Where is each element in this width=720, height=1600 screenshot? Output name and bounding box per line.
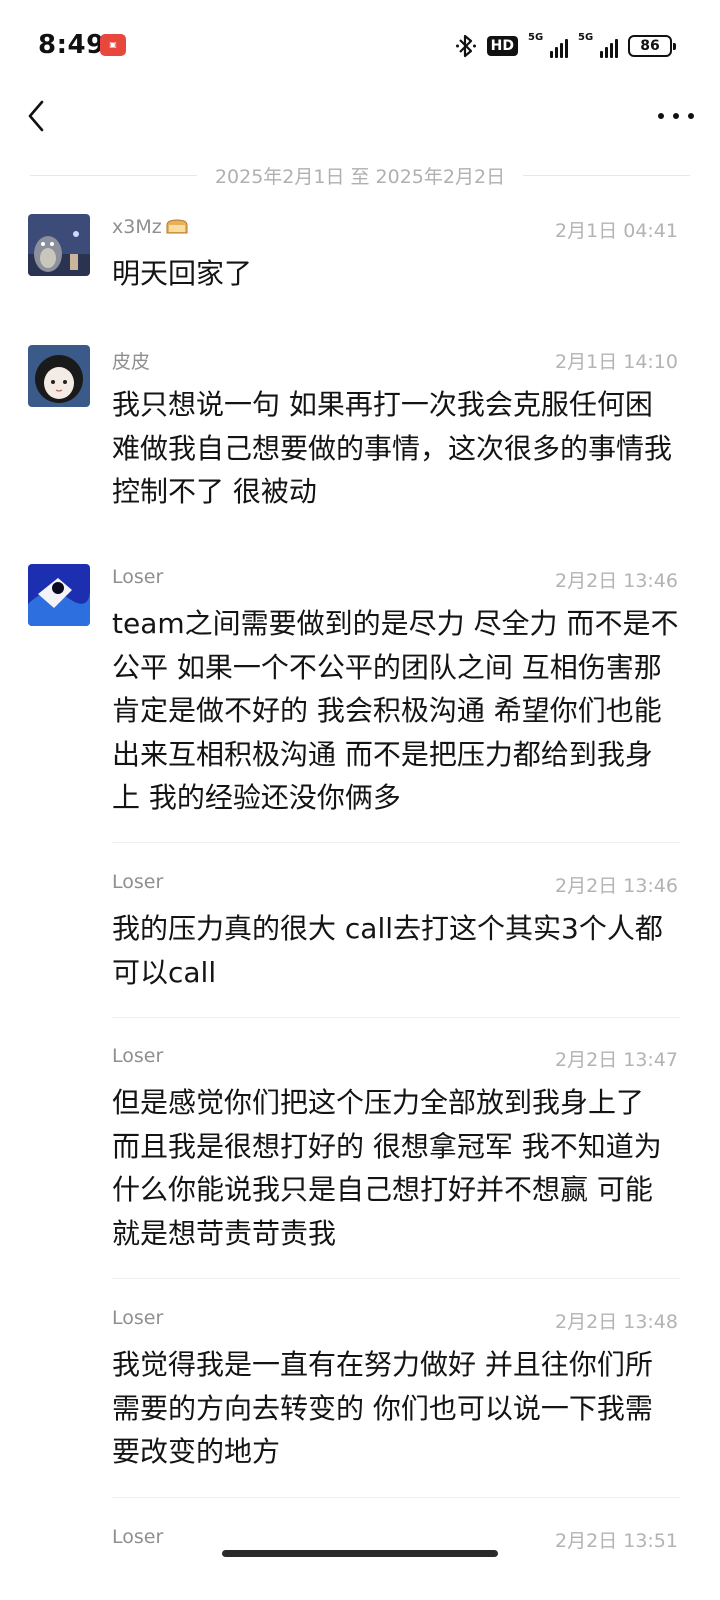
bread-emoji-icon	[166, 219, 188, 234]
status-bar: 8:49 ▣ HD 5G 5G 86	[0, 0, 720, 92]
avatar[interactable]	[28, 214, 90, 276]
hd-voice-icon: HD	[486, 36, 518, 56]
status-time: 8:49	[38, 30, 105, 60]
chevron-left-icon[interactable]	[22, 96, 52, 136]
more-horizontal-icon[interactable]	[658, 102, 694, 130]
message-time: 2月2日 13:46	[555, 875, 678, 897]
message-text: 我只想说一句 如果再打一次我会克服任何困难做我自己想要做的事情，这次很多的事情我…	[112, 388, 673, 508]
sender-name: Loser	[112, 1045, 164, 1067]
message-divider	[112, 842, 680, 843]
message-time: 2月2日 13:48	[555, 1311, 678, 1333]
message-header: Loser 2月2日 13:46	[112, 564, 678, 594]
message-text: 明天回家了	[112, 257, 253, 290]
date-range-label: 2025年2月1日 至 2025年2月2日	[214, 165, 506, 188]
message-time: 2月1日 04:41	[555, 220, 678, 242]
sender-name: 皮皮	[112, 351, 151, 373]
date-range-separator: 2025年2月1日 至 2025年2月2日	[30, 160, 691, 190]
message-header: Loser 2月2日 13:46	[112, 869, 678, 899]
message-header: Loser 2月2日 13:48	[112, 1305, 678, 1335]
divider-left	[30, 174, 197, 176]
sender-name: Loser	[112, 1307, 164, 1329]
message-text: team之间需要做到的是尽力 尽全力 而不是不公平 如果一个不公平的团队之间 互…	[112, 607, 679, 814]
message-time: 2月2日 13:46	[555, 570, 678, 592]
message-time: 2月2日 13:51	[555, 1530, 678, 1552]
battery-icon: 86	[628, 35, 676, 57]
sender-name: Loser	[112, 1526, 164, 1548]
message-time: 2月2日 13:47	[555, 1049, 678, 1071]
divider-right	[523, 174, 691, 176]
message-text: 但是感觉你们把这个压力全部放到我身上了 而且我是很想打好的 很想拿冠军 我不知道…	[112, 1086, 662, 1250]
message-header: Loser 2月2日 13:47	[112, 1043, 678, 1073]
bluetooth-icon	[455, 34, 476, 58]
message-divider	[112, 1497, 680, 1498]
message-header: 皮皮 2月1日 14:10	[112, 345, 678, 375]
avatar[interactable]	[28, 564, 90, 626]
avatar[interactable]	[28, 345, 90, 407]
message-text: 我的压力真的很大 call去打这个其实3个人都可以call	[112, 912, 663, 989]
nav-header	[0, 92, 720, 142]
sender-name: Loser	[112, 871, 164, 893]
message-time: 2月1日 14:10	[555, 351, 678, 373]
home-indicator[interactable]	[222, 1550, 498, 1557]
message-text: 我觉得我是一直有在努力做好 并且往你们所需要的方向去转变的 你们也可以说一下我需…	[112, 1348, 653, 1468]
status-icons: HD 5G 5G 86	[455, 32, 676, 60]
message-header: x3Mz 2月1日 04:41	[112, 214, 678, 244]
message-divider	[112, 1278, 680, 1279]
signal-sim1-icon: 5G	[528, 32, 568, 58]
sender-name: Loser	[112, 566, 164, 588]
message-divider	[112, 1017, 680, 1018]
chat-history-screen: 8:49 ▣ HD 5G 5G 86 2025年2月1日 至 2025年2月2日…	[0, 0, 720, 1600]
app-notification-icon: ▣	[100, 34, 126, 56]
signal-sim2-icon: 5G	[578, 32, 618, 58]
sender-name: x3Mz	[112, 216, 189, 238]
